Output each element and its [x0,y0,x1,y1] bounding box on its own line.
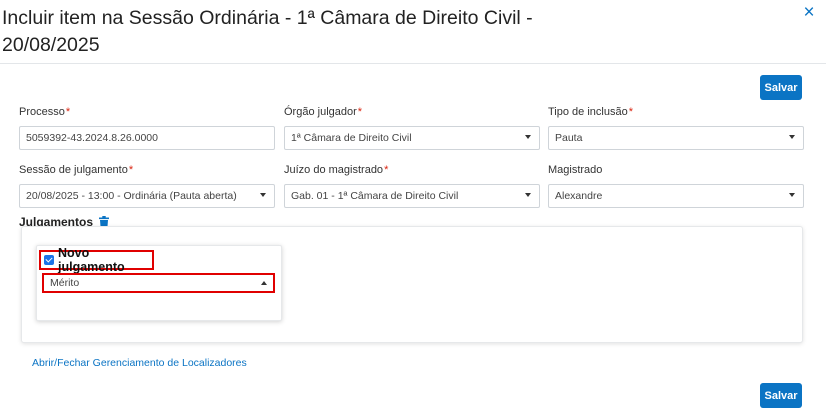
juizo-value: Gab. 01 - 1ª Câmara de Direito Civil [291,190,459,202]
locator-toggle-link[interactable]: Abrir/Fechar Gerenciamento de Localizado… [32,357,247,369]
juizo-select[interactable]: Gab. 01 - 1ª Câmara de Direito Civil [284,184,540,208]
orgao-label-text: Órgão julgador [284,106,357,118]
required-mark: * [628,106,633,118]
tipo-value: Pauta [555,132,583,144]
novo-julgamento-label: Novo julgamento [58,246,125,274]
magistrado-value: Alexandre [555,190,603,202]
orgao-label: Órgão julgador* [284,106,362,118]
magistrado-select[interactable]: Alexandre [548,184,804,208]
sessao-label-text: Sessão de julgamento [19,164,128,176]
header-divider [0,63,826,64]
juizo-label-text: Juízo do magistrado [284,164,384,176]
tipo-label-text: Tipo de inclusão [548,106,628,118]
julgamento-tipo-value: Mérito [50,277,80,289]
sessao-value: 20/08/2025 - 13:00 - Ordinária (Pauta ab… [26,190,237,202]
tipo-select[interactable]: Pauta [548,126,804,150]
sessao-select[interactable]: 20/08/2025 - 13:00 - Ordinária (Pauta ab… [19,184,275,208]
juizo-label: Juízo do magistrado* [284,164,388,176]
magistrado-label-text: Magistrado [548,164,603,176]
magistrado-label: Magistrado [548,164,602,176]
chevron-down-icon [789,135,795,139]
chevron-down-icon [525,193,531,197]
required-mark: * [384,164,389,176]
orgao-select[interactable]: 1ª Câmara de Direito Civil [284,126,540,150]
required-mark: * [65,106,71,118]
novo-julgamento-checkbox-row[interactable]: Novo julgamento [39,246,154,274]
close-icon[interactable]: × [801,3,817,22]
required-mark: * [128,164,134,176]
sessao-label: Sessão de julgamento* [19,164,133,176]
novo-julgamento-checkbox[interactable] [44,255,54,265]
save-button-top[interactable]: Salvar [760,75,802,100]
save-button-bottom[interactable]: Salvar [760,383,802,408]
required-mark: * [357,106,363,118]
julgamento-tipo-select[interactable]: Mérito [42,273,275,293]
chevron-down-icon [525,135,531,139]
chevron-up-icon [261,281,267,285]
tipo-label: Tipo de inclusão* [548,106,633,118]
processo-label: Processo* [19,106,70,118]
chevron-down-icon [260,193,266,197]
modal-title: Incluir item na Sessão Ordinária - 1ª Câ… [2,7,533,56]
processo-label-text: Processo [19,106,65,118]
processo-value: 5059392-43.2024.8.26.0000 [26,132,158,144]
orgao-value: 1ª Câmara de Direito Civil [291,132,412,144]
processo-input[interactable]: 5059392-43.2024.8.26.0000 [19,126,275,150]
chevron-down-icon [789,193,795,197]
